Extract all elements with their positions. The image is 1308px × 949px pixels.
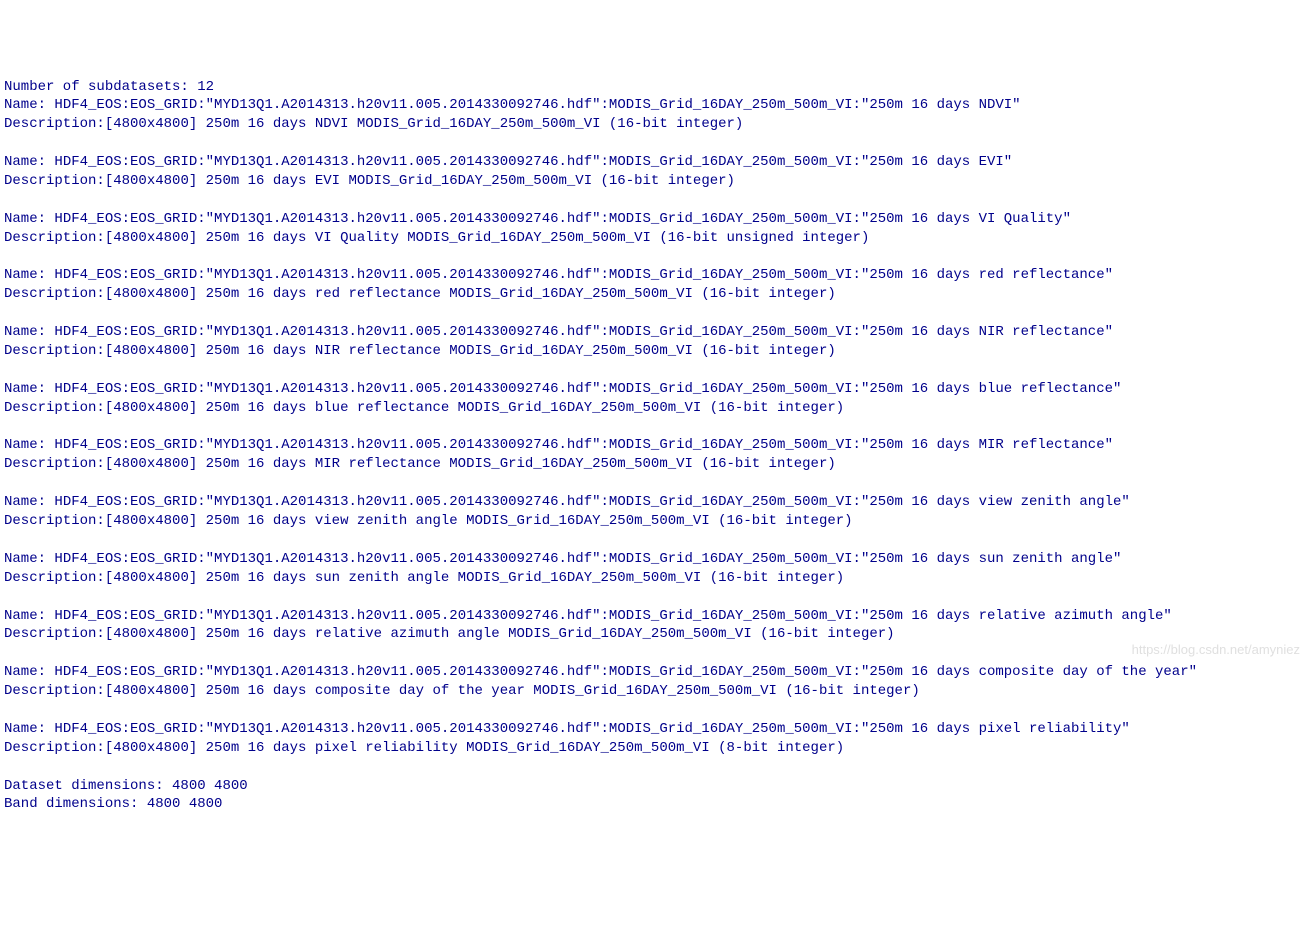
subdataset-name-line: Name: HDF4_EOS:EOS_GRID:"MYD13Q1.A201431… — [4, 210, 1304, 229]
name-path: HDF4_EOS:EOS_GRID:"MYD13Q1.A2014313.h20v… — [54, 97, 1020, 113]
name-label: Name: — [4, 721, 54, 737]
subdataset-desc-line: Description:[4800x4800] 250m 16 days com… — [4, 682, 1304, 701]
desc-label: Description: — [4, 570, 105, 586]
name-label: Name: — [4, 211, 54, 227]
subdataset-desc-line: Description:[4800x4800] 250m 16 days blu… — [4, 399, 1304, 418]
desc-value: [4800x4800] 250m 16 days relative azimut… — [105, 626, 895, 642]
band-dim-label: Band dimensions: — [4, 796, 147, 812]
desc-label: Description: — [4, 626, 105, 642]
name-path: HDF4_EOS:EOS_GRID:"MYD13Q1.A2014313.h20v… — [54, 608, 1171, 624]
desc-value: [4800x4800] 250m 16 days red reflectance… — [105, 286, 836, 302]
desc-label: Description: — [4, 116, 105, 132]
subdataset-desc-line: Description:[4800x4800] 250m 16 days red… — [4, 285, 1304, 304]
blank-line — [4, 418, 1304, 437]
name-path: HDF4_EOS:EOS_GRID:"MYD13Q1.A2014313.h20v… — [54, 381, 1121, 397]
blank-line — [4, 474, 1304, 493]
name-label: Name: — [4, 437, 54, 453]
subdataset-list: Name: HDF4_EOS:EOS_GRID:"MYD13Q1.A201431… — [4, 96, 1304, 776]
subdataset-name-line: Name: HDF4_EOS:EOS_GRID:"MYD13Q1.A201431… — [4, 436, 1304, 455]
desc-label: Description: — [4, 286, 105, 302]
desc-value: [4800x4800] 250m 16 days sun zenith angl… — [105, 570, 844, 586]
desc-value: [4800x4800] 250m 16 days NDVI MODIS_Grid… — [105, 116, 744, 132]
subdataset-desc-line: Description:[4800x4800] 250m 16 days NDV… — [4, 115, 1304, 134]
subdataset-name-line: Name: HDF4_EOS:EOS_GRID:"MYD13Q1.A201431… — [4, 323, 1304, 342]
watermark-text: https://blog.csdn.net/amyniez — [1132, 641, 1300, 659]
subdataset-count-line: Number of subdatasets: 12 — [4, 78, 1304, 97]
count-value: 12 — [197, 79, 214, 95]
name-path: HDF4_EOS:EOS_GRID:"MYD13Q1.A2014313.h20v… — [54, 437, 1113, 453]
subdataset-name-line: Name: HDF4_EOS:EOS_GRID:"MYD13Q1.A201431… — [4, 607, 1304, 626]
name-label: Name: — [4, 551, 54, 567]
name-path: HDF4_EOS:EOS_GRID:"MYD13Q1.A2014313.h20v… — [54, 154, 1012, 170]
subdataset-name-line: Name: HDF4_EOS:EOS_GRID:"MYD13Q1.A201431… — [4, 380, 1304, 399]
subdataset-name-line: Name: HDF4_EOS:EOS_GRID:"MYD13Q1.A201431… — [4, 153, 1304, 172]
subdataset-name-line: Name: HDF4_EOS:EOS_GRID:"MYD13Q1.A201431… — [4, 493, 1304, 512]
blank-line — [4, 134, 1304, 153]
desc-value: [4800x4800] 250m 16 days VI Quality MODI… — [105, 230, 870, 246]
name-path: HDF4_EOS:EOS_GRID:"MYD13Q1.A2014313.h20v… — [54, 551, 1121, 567]
blank-line — [4, 248, 1304, 267]
name-label: Name: — [4, 494, 54, 510]
desc-value: [4800x4800] 250m 16 days view zenith ang… — [105, 513, 853, 529]
desc-value: [4800x4800] 250m 16 days blue reflectanc… — [105, 400, 844, 416]
subdataset-desc-line: Description:[4800x4800] 250m 16 days pix… — [4, 739, 1304, 758]
subdataset-desc-line: Description:[4800x4800] 250m 16 days MIR… — [4, 455, 1304, 474]
blank-line — [4, 644, 1304, 663]
subdataset-desc-line: Description:[4800x4800] 250m 16 days VI … — [4, 229, 1304, 248]
subdataset-name-line: Name: HDF4_EOS:EOS_GRID:"MYD13Q1.A201431… — [4, 96, 1304, 115]
name-label: Name: — [4, 267, 54, 283]
desc-label: Description: — [4, 343, 105, 359]
blank-line — [4, 588, 1304, 607]
desc-value: [4800x4800] 250m 16 days MIR reflectance… — [105, 456, 836, 472]
desc-value: [4800x4800] 250m 16 days EVI MODIS_Grid_… — [105, 173, 735, 189]
desc-value: [4800x4800] 250m 16 days composite day o… — [105, 683, 920, 699]
band-dimensions-line: Band dimensions: 4800 4800 — [4, 795, 1304, 814]
subdataset-desc-line: Description:[4800x4800] 250m 16 days rel… — [4, 625, 1304, 644]
subdataset-desc-line: Description:[4800x4800] 250m 16 days sun… — [4, 569, 1304, 588]
desc-value: [4800x4800] 250m 16 days NIR reflectance… — [105, 343, 836, 359]
subdataset-desc-line: Description:[4800x4800] 250m 16 days vie… — [4, 512, 1304, 531]
desc-label: Description: — [4, 230, 105, 246]
subdataset-name-line: Name: HDF4_EOS:EOS_GRID:"MYD13Q1.A201431… — [4, 720, 1304, 739]
desc-label: Description: — [4, 740, 105, 756]
blank-line — [4, 701, 1304, 720]
name-path: HDF4_EOS:EOS_GRID:"MYD13Q1.A2014313.h20v… — [54, 324, 1113, 340]
name-path: HDF4_EOS:EOS_GRID:"MYD13Q1.A2014313.h20v… — [54, 721, 1129, 737]
desc-label: Description: — [4, 173, 105, 189]
name-label: Name: — [4, 664, 54, 680]
blank-line — [4, 531, 1304, 550]
desc-label: Description: — [4, 513, 105, 529]
name-label: Name: — [4, 608, 54, 624]
blank-line — [4, 304, 1304, 323]
dataset-dim-label: Dataset dimensions: — [4, 778, 172, 794]
name-label: Name: — [4, 154, 54, 170]
subdataset-desc-line: Description:[4800x4800] 250m 16 days EVI… — [4, 172, 1304, 191]
subdataset-desc-line: Description:[4800x4800] 250m 16 days NIR… — [4, 342, 1304, 361]
name-path: HDF4_EOS:EOS_GRID:"MYD13Q1.A2014313.h20v… — [54, 494, 1129, 510]
blank-line — [4, 758, 1304, 777]
desc-label: Description: — [4, 456, 105, 472]
name-path: HDF4_EOS:EOS_GRID:"MYD13Q1.A2014313.h20v… — [54, 211, 1071, 227]
name-label: Name: — [4, 324, 54, 340]
count-label: Number of subdatasets: — [4, 79, 197, 95]
band-dim-value: 4800 4800 — [147, 796, 223, 812]
dataset-dimensions-line: Dataset dimensions: 4800 4800 — [4, 777, 1304, 796]
desc-label: Description: — [4, 400, 105, 416]
dataset-dim-value: 4800 4800 — [172, 778, 248, 794]
name-path: HDF4_EOS:EOS_GRID:"MYD13Q1.A2014313.h20v… — [54, 664, 1197, 680]
blank-line — [4, 191, 1304, 210]
name-path: HDF4_EOS:EOS_GRID:"MYD13Q1.A2014313.h20v… — [54, 267, 1113, 283]
desc-value: [4800x4800] 250m 16 days pixel reliabili… — [105, 740, 844, 756]
desc-label: Description: — [4, 683, 105, 699]
name-label: Name: — [4, 97, 54, 113]
subdataset-name-line: Name: HDF4_EOS:EOS_GRID:"MYD13Q1.A201431… — [4, 266, 1304, 285]
subdataset-name-line: Name: HDF4_EOS:EOS_GRID:"MYD13Q1.A201431… — [4, 550, 1304, 569]
subdataset-name-line: Name: HDF4_EOS:EOS_GRID:"MYD13Q1.A201431… — [4, 663, 1304, 682]
blank-line — [4, 361, 1304, 380]
name-label: Name: — [4, 381, 54, 397]
